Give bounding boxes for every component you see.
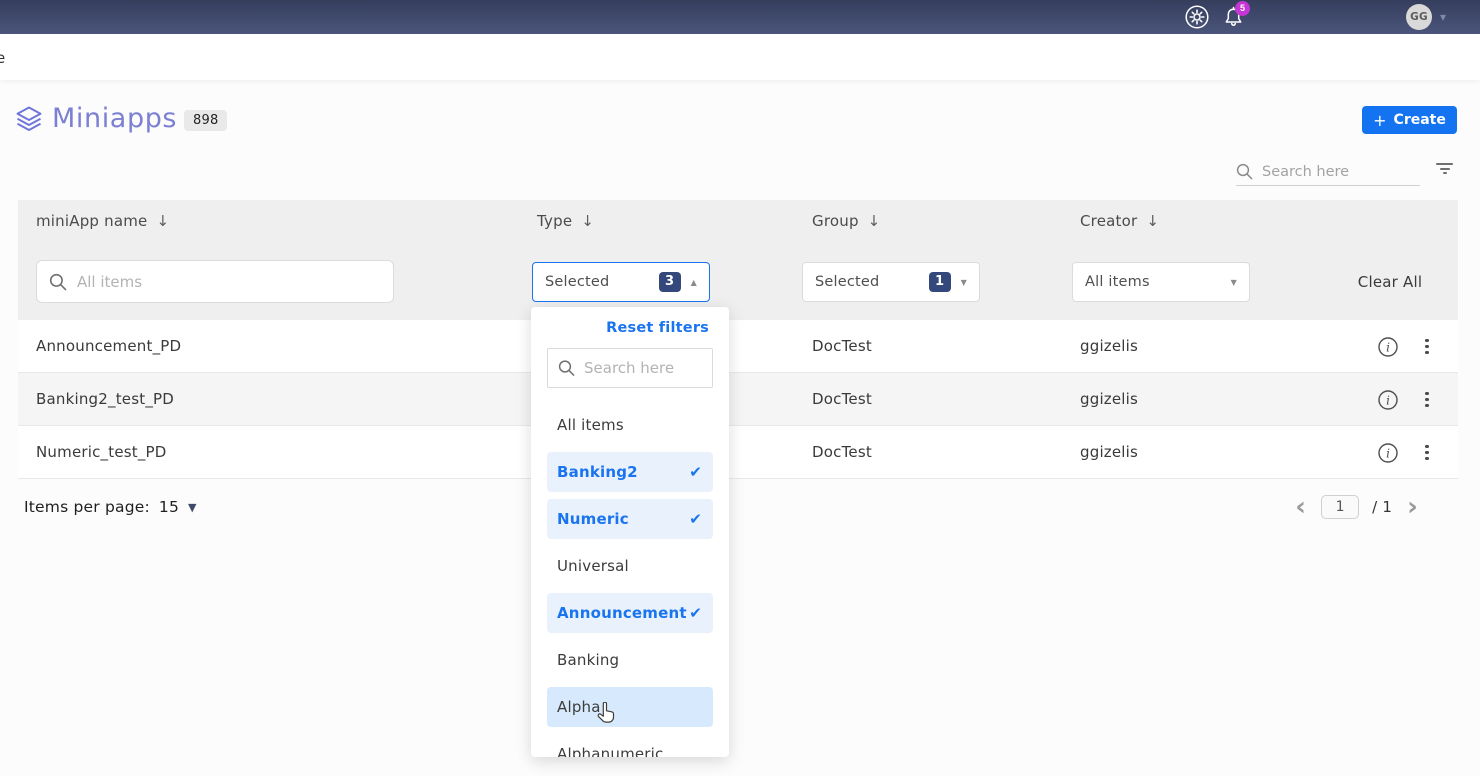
- row-name: Numeric_test_PD: [36, 426, 167, 479]
- miniapps-layers-icon: [14, 104, 44, 138]
- search-icon: [558, 359, 575, 377]
- reset-filters-link[interactable]: Reset filters: [531, 320, 709, 336]
- search-icon: [49, 273, 67, 291]
- table-row[interactable]: Numeric_test_PD DocTest ggizelis i: [18, 426, 1458, 479]
- creator-filter-select[interactable]: All items ▼: [1072, 262, 1250, 302]
- avatar[interactable]: GG: [1406, 4, 1432, 30]
- type-filter-label: Selected: [545, 274, 659, 290]
- total-count-badge: 898: [184, 110, 227, 131]
- page-title: Miniapps: [52, 103, 177, 134]
- type-filter-dropdown: Reset filters All items Banking2 ✔ Numer…: [531, 307, 729, 757]
- settings-button[interactable]: [1185, 5, 1209, 29]
- svg-text:i: i: [1386, 446, 1390, 460]
- group-selected-count-badge: 1: [929, 272, 951, 292]
- pagination-bar: Items per page: 15 ▼ ‹ / 1 ›: [18, 479, 1458, 535]
- name-filter-input[interactable]: [77, 273, 367, 291]
- create-button[interactable]: + Create: [1362, 106, 1457, 134]
- row-name: Announcement_PD: [36, 320, 181, 373]
- kebab-menu-icon[interactable]: [1423, 443, 1431, 463]
- items-per-page-label: Items per page:: [24, 498, 150, 516]
- secondary-bar: e: [0, 34, 1480, 80]
- sort-icon[interactable]: ↓: [1146, 212, 1159, 230]
- row-creator: ggizelis: [1080, 426, 1138, 479]
- dropdown-search-input[interactable]: [584, 359, 702, 377]
- filter-icon[interactable]: [1436, 163, 1453, 176]
- info-button[interactable]: i: [1378, 443, 1398, 463]
- topbar: 5 GG ▾: [0, 0, 1480, 34]
- column-header-creator: Creator ↓: [1080, 212, 1159, 230]
- svg-text:i: i: [1386, 340, 1390, 354]
- total-pages-label: / 1: [1372, 498, 1392, 516]
- search-icon: [1236, 163, 1253, 180]
- option-alpha[interactable]: Alpha: [547, 687, 713, 727]
- column-header-group: Group ↓: [812, 212, 880, 230]
- partial-breadcrumb-text: e: [0, 49, 5, 67]
- name-filter-field: [36, 260, 394, 303]
- option-universal[interactable]: Universal: [547, 546, 713, 586]
- svg-text:i: i: [1386, 393, 1390, 407]
- option-banking[interactable]: Banking: [547, 640, 713, 680]
- items-per-page-value: 15: [159, 498, 179, 516]
- notification-badge: 5: [1235, 1, 1250, 16]
- column-header-type: Type ↓: [537, 212, 594, 230]
- row-group: DocTest: [812, 373, 872, 426]
- global-search: [1236, 158, 1420, 186]
- kebab-menu-icon[interactable]: [1423, 390, 1431, 410]
- sort-icon[interactable]: ↓: [581, 212, 594, 230]
- creator-filter-label: All items: [1085, 274, 1231, 290]
- sort-icon[interactable]: ↓: [156, 212, 169, 230]
- next-page-button[interactable]: ›: [1405, 497, 1420, 517]
- row-creator: ggizelis: [1080, 373, 1138, 426]
- chevron-down-icon: ▾: [1440, 10, 1446, 24]
- info-icon: i: [1378, 337, 1398, 357]
- triangle-up-icon: ▲: [691, 278, 697, 287]
- check-icon: ✔: [689, 452, 702, 492]
- info-button[interactable]: i: [1378, 390, 1398, 410]
- dropdown-options-list: All items Banking2 ✔ Numeric ✔ Universal…: [531, 405, 729, 757]
- row-creator: ggizelis: [1080, 320, 1138, 373]
- group-filter-select[interactable]: Selected 1 ▼: [802, 262, 980, 302]
- prev-page-button[interactable]: ‹: [1293, 497, 1308, 517]
- current-page-input[interactable]: [1321, 495, 1359, 519]
- miniapps-table: miniApp name ↓ Type ↓ Group ↓ Creator ↓ …: [18, 200, 1458, 535]
- triangle-down-icon: ▼: [188, 501, 197, 514]
- table-row[interactable]: Announcement_PD DocTest ggizelis i: [18, 320, 1458, 373]
- table-header: miniApp name ↓ Type ↓ Group ↓ Creator ↓ …: [18, 200, 1458, 320]
- dropdown-search-field: [547, 348, 713, 388]
- type-selected-count-badge: 3: [659, 272, 681, 292]
- check-icon: ✔: [689, 499, 702, 539]
- info-button[interactable]: i: [1378, 337, 1398, 357]
- search-input[interactable]: [1262, 164, 1412, 180]
- user-menu[interactable]: GG ▾: [1406, 4, 1446, 30]
- check-icon: ✔: [689, 593, 702, 633]
- row-group: DocTest: [812, 320, 872, 373]
- table-row[interactable]: Banking2_test_PD DocTest ggizelis i: [18, 373, 1458, 426]
- gear-icon: [1185, 5, 1209, 29]
- sort-icon[interactable]: ↓: [868, 212, 881, 230]
- type-filter-select[interactable]: Selected 3 ▲: [532, 262, 710, 302]
- option-numeric[interactable]: Numeric ✔: [547, 499, 713, 539]
- row-name: Banking2_test_PD: [36, 373, 174, 426]
- option-all-items[interactable]: All items: [547, 405, 713, 445]
- option-alphanumeric[interactable]: Alphanumeric: [547, 734, 713, 757]
- kebab-menu-icon[interactable]: [1423, 337, 1431, 357]
- pager: ‹ / 1 ›: [1293, 495, 1420, 519]
- mouse-cursor-hand: [597, 702, 616, 724]
- triangle-down-icon: ▼: [1231, 278, 1237, 287]
- info-icon: i: [1378, 390, 1398, 410]
- plus-icon: +: [1373, 111, 1386, 130]
- triangle-down-icon: ▼: [961, 278, 967, 287]
- group-filter-label: Selected: [815, 274, 929, 290]
- items-per-page-control[interactable]: Items per page: 15 ▼: [24, 498, 197, 516]
- column-header-name: miniApp name ↓: [36, 212, 169, 230]
- info-icon: i: [1378, 443, 1398, 463]
- row-group: DocTest: [812, 426, 872, 479]
- notifications-button[interactable]: 5: [1220, 6, 1246, 30]
- clear-all-button[interactable]: Clear All: [1330, 262, 1450, 302]
- option-banking2[interactable]: Banking2 ✔: [547, 452, 713, 492]
- option-announcement[interactable]: Announcement ✔: [547, 593, 713, 633]
- create-button-label: Create: [1394, 112, 1446, 128]
